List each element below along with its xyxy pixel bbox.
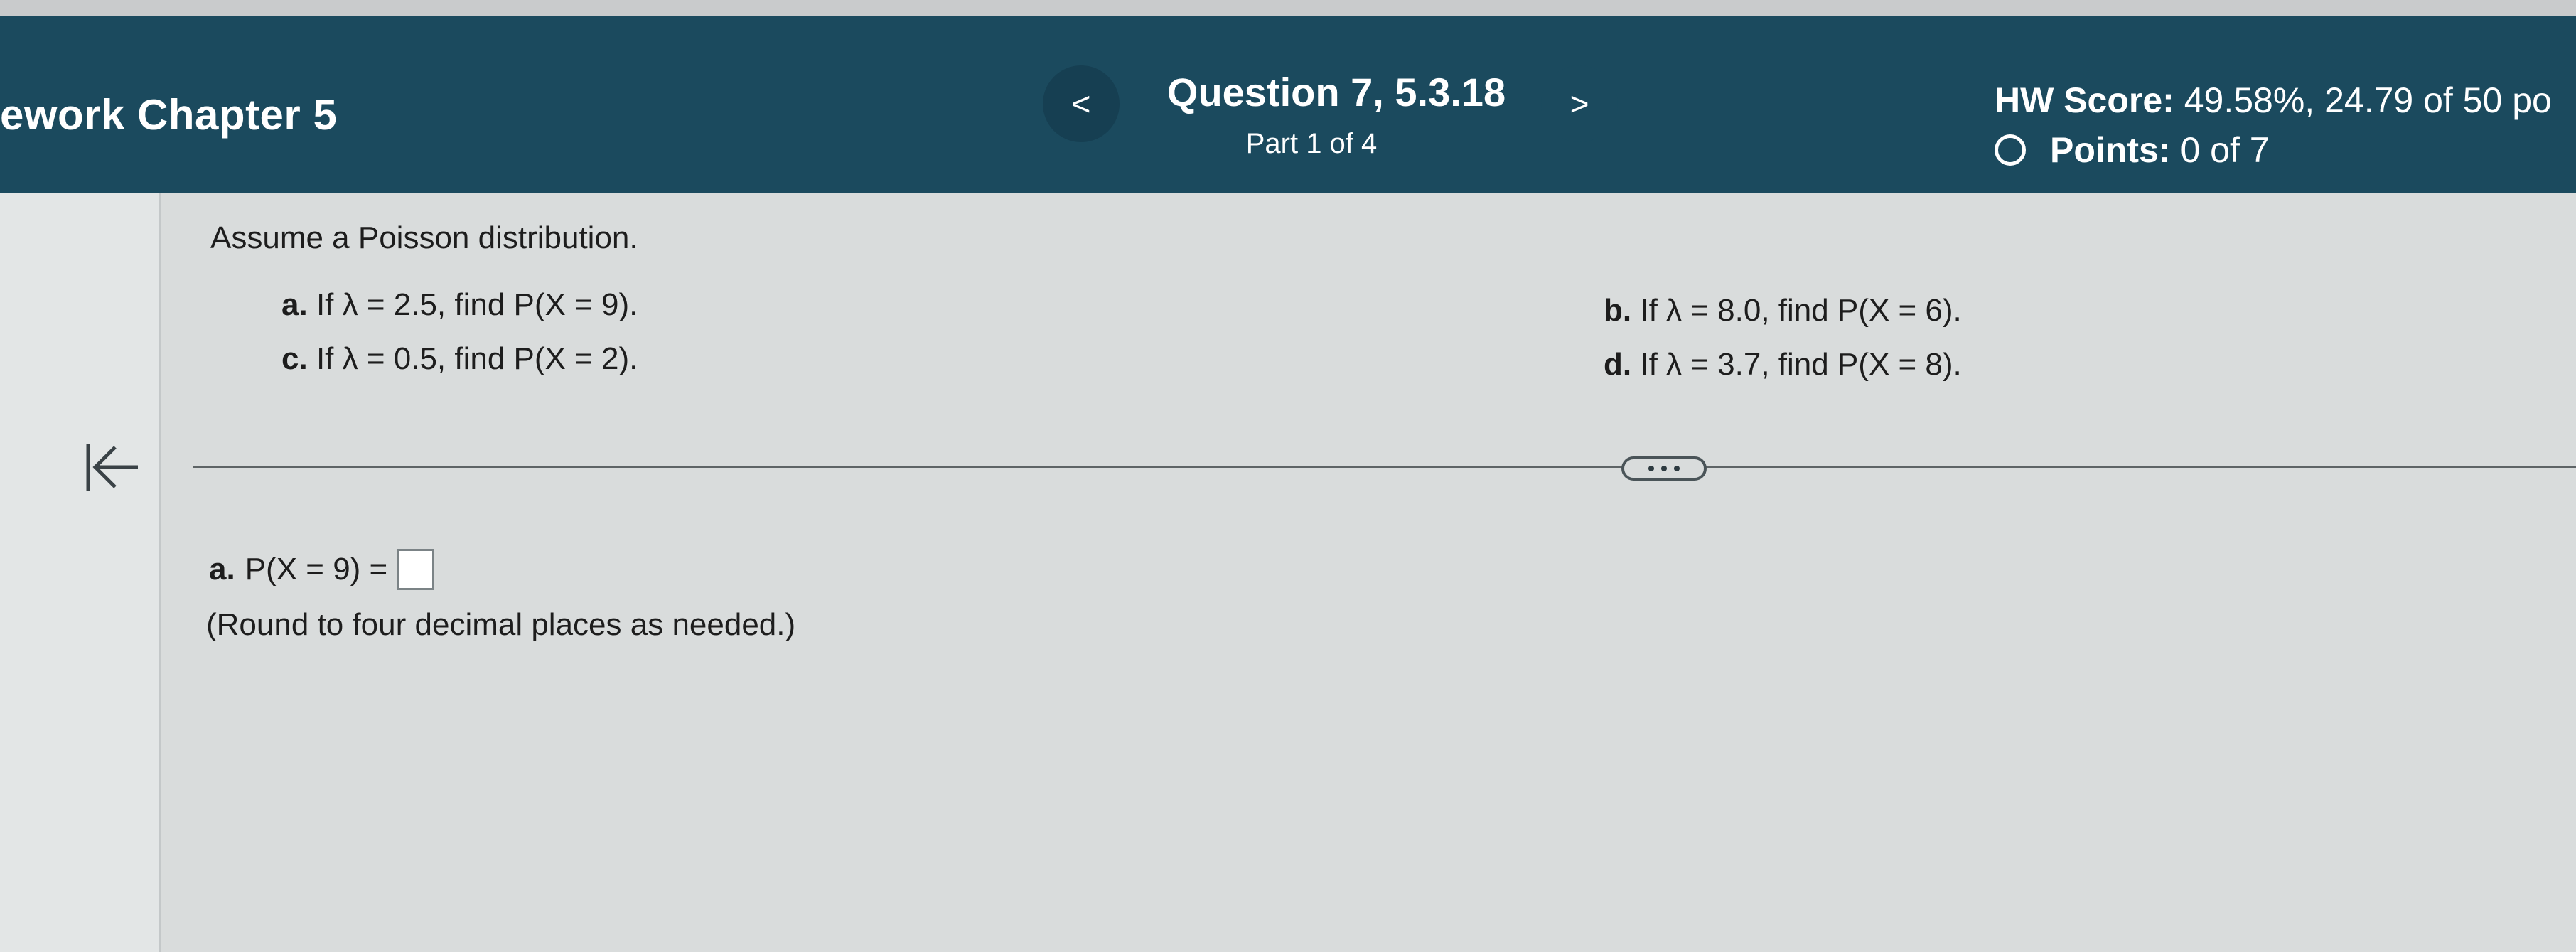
part-text: If λ = 3.7, find P(X = 8).	[1640, 347, 1962, 382]
answer-input[interactable]	[397, 549, 435, 590]
part-letter: b.	[1604, 293, 1632, 328]
hw-score-value: 49.58%, 24.79 of 50 po	[2184, 80, 2552, 120]
homework-title: ework Chapter 5	[0, 91, 338, 139]
question-prompt: Assume a Poisson distribution.	[210, 220, 638, 255]
next-question-button[interactable]: >	[1541, 65, 1618, 142]
answer-letter: a.	[209, 552, 235, 587]
part-letter: a.	[281, 287, 308, 322]
more-dots-icon[interactable]	[1621, 456, 1707, 481]
part-indicator: Part 1 of 4	[1245, 128, 1378, 159]
question-part-b: b. If λ = 8.0, find P(X = 6).	[1604, 293, 1962, 328]
question-part-d: d. If λ = 3.7, find P(X = 8).	[1604, 347, 1962, 383]
part-letter: c.	[281, 341, 308, 376]
points-label: Points:	[2050, 130, 2171, 170]
window-top-strip	[0, 0, 2576, 16]
hw-score: HW Score: 49.58%, 24.79 of 50 po	[1995, 80, 2552, 121]
rounding-note: (Round to four decimal places as needed.…	[206, 607, 796, 642]
part-text: If λ = 0.5, find P(X = 2).	[316, 341, 638, 376]
chevron-left-icon: <	[1071, 85, 1091, 122]
chevron-right-icon: >	[1569, 85, 1589, 122]
points-value: 0 of 7	[2180, 130, 2270, 170]
points-display: Points: 0 of 7	[1995, 129, 2270, 171]
hw-score-label: HW Score:	[1995, 80, 2174, 120]
answer-row: a. P(X = 9) =	[209, 549, 435, 590]
question-part-a: a. If λ = 2.5, find P(X = 9).	[281, 287, 638, 323]
left-sidebar	[0, 193, 161, 952]
question-content: Assume a Poisson distribution. a. If λ =…	[161, 193, 2576, 952]
collapse-left-icon[interactable]	[78, 435, 142, 499]
section-divider	[193, 466, 2576, 468]
question-title: Question 7, 5.3.18	[1166, 70, 1506, 114]
answer-expression: P(X = 9) =	[245, 552, 388, 587]
circle-outline-icon	[1995, 134, 2026, 166]
previous-question-button[interactable]: <	[1043, 65, 1120, 142]
question-part-c: c. If λ = 0.5, find P(X = 2).	[281, 341, 638, 377]
part-text: If λ = 2.5, find P(X = 9).	[316, 287, 638, 322]
part-letter: d.	[1604, 347, 1632, 382]
part-text: If λ = 8.0, find P(X = 6).	[1640, 293, 1962, 328]
assignment-header: ework Chapter 5 < Question 7, 5.3.18 Par…	[0, 16, 2576, 193]
